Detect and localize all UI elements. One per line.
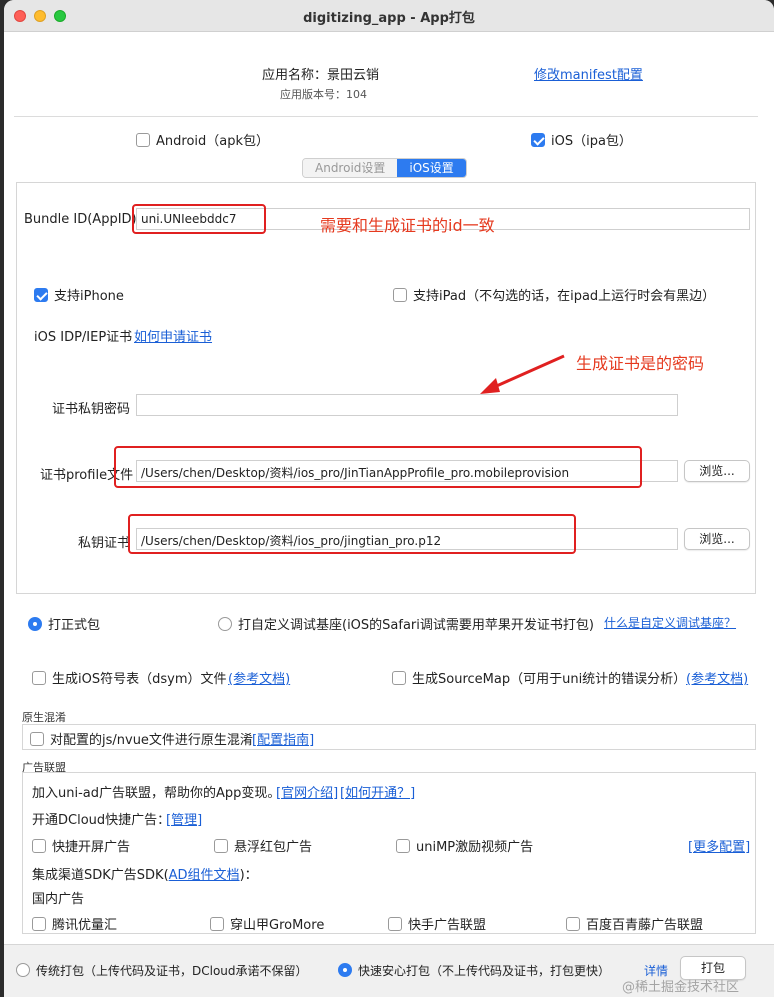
dialog-content: 应用名称：景田云销 应用版本号：104 修改manifest配置 Android… bbox=[4, 32, 774, 997]
password-annotation: 生成证书是的密码 bbox=[576, 354, 705, 373]
domestic-ads-label: 国内广告 bbox=[32, 892, 85, 907]
private-key-highlight bbox=[128, 514, 576, 554]
platform-tabs: Android设置 iOS设置 bbox=[302, 158, 467, 178]
support-ipad-label: 支持iPad（不勾选的话，在ipad上运行时会有黑边） bbox=[413, 289, 716, 304]
support-ipad-checkbox[interactable]: 支持iPad（不勾选的话，在ipad上运行时会有黑边） bbox=[393, 285, 715, 304]
browse-key-button[interactable]: 浏览... bbox=[684, 528, 750, 550]
splash-ad-label: 快捷开屏广告 bbox=[52, 840, 131, 855]
redpack-ad-checkbox[interactable]: 悬浮红包广告 bbox=[214, 836, 312, 855]
bundle-id-annotation: 需要和生成证书的id一致 bbox=[320, 216, 495, 235]
radio-circle bbox=[338, 963, 352, 977]
divider bbox=[14, 116, 758, 117]
obfuscation-checkbox[interactable]: 对配置的js/nvue文件进行原生混淆 bbox=[30, 729, 253, 748]
channel-sdk-label-post: )： bbox=[239, 868, 258, 883]
title-bar: digitizing_app - App打包 bbox=[4, 0, 774, 32]
safe-pack-radio[interactable]: 快速安心打包（不上传代码及证书，打包更快） bbox=[338, 962, 610, 979]
kuaishou-ad-checkbox[interactable]: 快手广告联盟 bbox=[388, 914, 486, 933]
radio-circle bbox=[28, 617, 42, 631]
dsym-docs-link[interactable]: (参考文档) bbox=[228, 668, 290, 687]
kuaishou-ad-label: 快手广告联盟 bbox=[408, 918, 487, 933]
obfuscation-label: 对配置的js/nvue文件进行原生混淆 bbox=[50, 733, 253, 748]
bundle-id-highlight bbox=[132, 204, 266, 234]
obfuscation-section-title: 原生混淆 bbox=[22, 711, 66, 724]
bundle-id-label: Bundle ID(AppID) bbox=[24, 212, 137, 227]
radio-circle bbox=[16, 963, 30, 977]
checkbox-box bbox=[531, 133, 545, 147]
checkbox-box bbox=[392, 671, 406, 685]
traditional-pack-radio[interactable]: 传统打包（上传代码及证书，DCloud承诺不保留） bbox=[16, 962, 308, 979]
checkbox-box bbox=[32, 839, 46, 853]
app-version: 应用版本号：104 bbox=[280, 88, 367, 101]
ads-official-intro-link[interactable]: [官网介绍] bbox=[276, 782, 338, 801]
private-key-label: 私钥证书 bbox=[78, 536, 131, 551]
app-name: 应用名称：景田云销 bbox=[262, 68, 380, 83]
what-is-custom-base-link[interactable]: 什么是自定义调试基座？ bbox=[604, 614, 736, 631]
watermark: @稀土掘金技术社区 bbox=[622, 980, 740, 995]
baidu-ad-checkbox[interactable]: 百度百青藤广告联盟 bbox=[566, 914, 703, 933]
formal-pack-label: 打正式包 bbox=[48, 618, 101, 633]
channel-sdk-label-pre: 集成渠道SDK广告SDK( bbox=[32, 868, 169, 883]
checkbox-box bbox=[136, 133, 150, 147]
sourcemap-checkbox[interactable]: 生成SourceMap（可用于uni统计的错误分析） bbox=[392, 668, 686, 687]
dsym-checkbox[interactable]: 生成iOS符号表（dsym）文件 bbox=[32, 668, 226, 687]
arrow-annotation-icon bbox=[480, 354, 565, 394]
tencent-ad-checkbox[interactable]: 腾讯优量汇 bbox=[32, 914, 117, 933]
window-title: digitizing_app - App打包 bbox=[303, 11, 475, 26]
android-checkbox-label: Android（apk包） bbox=[156, 134, 270, 149]
custom-base-label: 打自定义调试基座(iOS的Safari调试需要用苹果开发证书打包) bbox=[238, 618, 594, 633]
splash-ad-checkbox[interactable]: 快捷开屏广告 bbox=[32, 836, 130, 855]
pangle-ad-label: 穿山甲GroMore bbox=[230, 918, 325, 933]
pangle-ad-checkbox[interactable]: 穿山甲GroMore bbox=[210, 914, 324, 933]
ios-checkbox[interactable]: iOS（ipa包） bbox=[531, 130, 632, 149]
android-checkbox[interactable]: Android（apk包） bbox=[136, 130, 269, 149]
dsym-label: 生成iOS符号表（dsym）文件 bbox=[52, 672, 227, 687]
safe-pack-label: 快速安心打包（不上传代码及证书，打包更快） bbox=[358, 964, 611, 978]
checkbox-box bbox=[210, 917, 224, 931]
ios-checkbox-label: iOS（ipa包） bbox=[551, 134, 632, 149]
tab-android-settings[interactable]: Android设置 bbox=[303, 159, 398, 177]
ad-component-docs-link[interactable]: AD组件文档 bbox=[169, 868, 240, 883]
profile-file-highlight bbox=[114, 446, 642, 488]
checkbox-box bbox=[566, 917, 580, 931]
dcloud-ads-label: 开通DCloud快捷广告： bbox=[32, 813, 171, 828]
tencent-ad-label: 腾讯优量汇 bbox=[52, 918, 118, 933]
sourcemap-docs-link[interactable]: (参考文档) bbox=[686, 668, 748, 687]
channel-sdk-label: 集成渠道SDK广告SDK(AD组件文档)： bbox=[32, 864, 258, 883]
edit-manifest-link[interactable]: 修改manifest配置 bbox=[534, 64, 643, 83]
checkbox-box bbox=[388, 917, 402, 931]
checkbox-box bbox=[214, 839, 228, 853]
support-iphone-checkbox[interactable]: 支持iPhone bbox=[34, 285, 124, 304]
formal-pack-radio[interactable]: 打正式包 bbox=[28, 614, 100, 633]
obfuscation-guide-link[interactable]: [配置指南] bbox=[252, 729, 314, 748]
app-pack-window: digitizing_app - App打包 应用名称：景田云销 应用版本号：1… bbox=[4, 0, 774, 997]
cert-password-input[interactable] bbox=[136, 394, 678, 416]
checkbox-box bbox=[32, 917, 46, 931]
ios-cert-label: iOS IDP/IEP证书 bbox=[34, 330, 133, 345]
checkbox-box bbox=[32, 671, 46, 685]
unimp-ad-label: uniMP激励视频广告 bbox=[416, 840, 534, 855]
baidu-ad-label: 百度百青藤广告联盟 bbox=[586, 918, 704, 933]
checkbox-box bbox=[34, 288, 48, 302]
custom-base-radio[interactable]: 打自定义调试基座(iOS的Safari调试需要用苹果开发证书打包) bbox=[218, 614, 594, 633]
ads-manage-link[interactable]: [管理] bbox=[166, 809, 202, 828]
checkbox-box bbox=[30, 732, 44, 746]
checkbox-box bbox=[393, 288, 407, 302]
redpack-ad-label: 悬浮红包广告 bbox=[234, 840, 313, 855]
tab-ios-settings[interactable]: iOS设置 bbox=[397, 159, 466, 177]
support-iphone-label: 支持iPhone bbox=[54, 289, 124, 304]
cert-password-label: 证书私钥密码 bbox=[52, 402, 131, 417]
unimp-ad-checkbox[interactable]: uniMP激励视频广告 bbox=[396, 836, 533, 855]
ads-how-to-open-link[interactable]: [如何开通？] bbox=[340, 782, 415, 801]
sourcemap-label: 生成SourceMap（可用于uni统计的错误分析） bbox=[412, 672, 687, 687]
browse-profile-button[interactable]: 浏览... bbox=[684, 460, 750, 482]
radio-circle bbox=[218, 617, 232, 631]
ads-intro-text: 加入uni-ad广告联盟，帮助你的App变现。 bbox=[32, 786, 281, 801]
checkbox-box bbox=[396, 839, 410, 853]
traditional-pack-label: 传统打包（上传代码及证书，DCloud承诺不保留） bbox=[36, 964, 308, 978]
more-config-link[interactable]: [更多配置] bbox=[688, 836, 750, 855]
how-to-apply-cert-link[interactable]: 如何申请证书 bbox=[134, 326, 212, 345]
